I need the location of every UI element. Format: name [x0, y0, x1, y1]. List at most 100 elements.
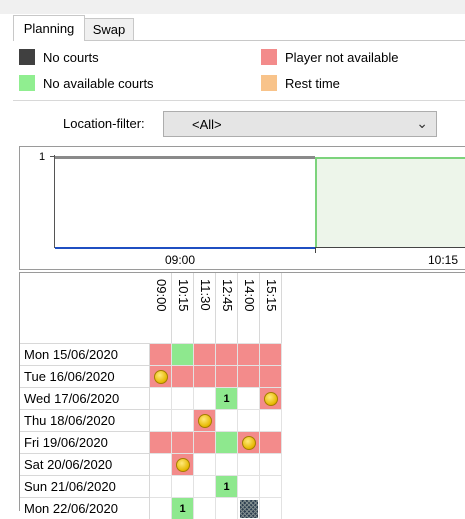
grid-cell[interactable] — [216, 343, 238, 365]
grid-cell[interactable] — [172, 475, 194, 497]
legend-rest-time: Rest time — [261, 75, 340, 91]
grid-cell[interactable] — [194, 365, 216, 387]
legend-label: Rest time — [285, 75, 340, 91]
grid-cell[interactable] — [260, 475, 282, 497]
row-date-label: Sat 20/06/2020 — [20, 453, 150, 475]
grid-cell[interactable] — [194, 343, 216, 365]
legend-label: No available courts — [43, 75, 154, 91]
timeline-y-label: 1 — [39, 151, 46, 163]
grid-cell[interactable] — [194, 453, 216, 475]
legend-label: No courts — [43, 49, 99, 65]
column-header: 14:00 — [238, 273, 260, 343]
grid-cell[interactable] — [238, 475, 260, 497]
grid-cell[interactable]: 1 — [172, 497, 194, 519]
timeline-chart[interactable]: 1 09:00 10:15 — [19, 146, 465, 270]
grid-cell[interactable] — [216, 497, 238, 519]
location-filter-select[interactable]: <All> ⌄ — [163, 111, 437, 137]
column-header-label: 12:45 — [220, 279, 235, 312]
availability-grid[interactable]: 09:00 10:15 11:30 12:45 14:00 15:15 Mon 15/06/… — [19, 272, 465, 519]
grid-cell[interactable] — [260, 343, 282, 365]
grid-cell[interactable]: 1 — [216, 475, 238, 497]
timeline-x-label: 09:00 — [165, 253, 196, 267]
timeline-capacity-line — [55, 156, 315, 159]
grid-cell[interactable] — [150, 431, 172, 453]
grid-cell[interactable] — [172, 387, 194, 409]
column-header: 12:45 — [216, 273, 238, 343]
grid-cell[interactable] — [150, 475, 172, 497]
grid-cell[interactable] — [260, 453, 282, 475]
row-date-label: Fri 19/06/2020 — [20, 431, 150, 453]
legend-swatch-player-not-available — [261, 49, 277, 65]
timeline-baseline — [55, 247, 315, 249]
grid-cell[interactable] — [260, 431, 282, 453]
grid-cell[interactable] — [260, 409, 282, 431]
legend-label: Player not available — [285, 49, 399, 65]
grid-cell[interactable] — [238, 409, 260, 431]
tab-swap[interactable]: Swap — [84, 18, 134, 40]
row-date-label: Sun 21/06/2020 — [20, 475, 150, 497]
grid-cell[interactable] — [150, 343, 172, 365]
grid-cell[interactable] — [150, 365, 172, 387]
grid-cell[interactable] — [260, 387, 282, 409]
cell-count: 1 — [223, 392, 230, 405]
grid-cell[interactable] — [194, 387, 216, 409]
row-date-label: Thu 18/06/2020 — [20, 409, 150, 431]
grid-cell[interactable] — [172, 343, 194, 365]
timeline-available-region — [315, 157, 465, 247]
grid-cell[interactable] — [238, 365, 260, 387]
grid-cell[interactable] — [216, 431, 238, 453]
legend-swatch-rest-time — [261, 75, 277, 91]
grid-cell[interactable] — [150, 409, 172, 431]
grid-cell[interactable] — [260, 365, 282, 387]
grid-cell[interactable] — [150, 497, 172, 519]
column-header: 09:00 — [150, 273, 172, 343]
grid-cell[interactable] — [238, 387, 260, 409]
cell-count: 1 — [223, 480, 230, 493]
grid-cell[interactable] — [216, 453, 238, 475]
column-header-label: 14:00 — [242, 279, 257, 312]
timeline-baseline-2 — [315, 247, 465, 248]
column-header: 15:15 — [260, 273, 282, 343]
grid-cell[interactable] — [172, 409, 194, 431]
grid-cell[interactable] — [238, 497, 260, 519]
timeline-y-tick — [50, 156, 54, 157]
grid-cell[interactable] — [216, 409, 238, 431]
row-date-label: Mon 22/06/2020 — [20, 497, 150, 519]
grid-cell[interactable] — [194, 497, 216, 519]
grid-cell[interactable] — [260, 497, 282, 519]
grid-cell[interactable] — [238, 431, 260, 453]
grid-cell[interactable] — [194, 409, 216, 431]
row-date-label: Wed 17/06/2020 — [20, 387, 150, 409]
grid-cell[interactable] — [194, 475, 216, 497]
coin-icon — [197, 413, 212, 428]
grid-cell[interactable] — [238, 453, 260, 475]
column-header: 11:30 — [194, 273, 216, 343]
chevron-down-icon: ⌄ — [416, 115, 428, 131]
grid-cell[interactable] — [216, 365, 238, 387]
coin-icon — [241, 435, 256, 450]
column-header: 10:15 — [172, 273, 194, 343]
coin-icon — [263, 391, 278, 406]
section-divider — [13, 100, 465, 101]
column-header-label: 10:15 — [176, 279, 191, 312]
legend-no-available-courts: No available courts — [19, 75, 154, 91]
grid-cell[interactable] — [172, 431, 194, 453]
grid-cell[interactable] — [238, 343, 260, 365]
cell-count: 1 — [179, 502, 186, 515]
coin-icon — [153, 369, 168, 384]
grid-cell[interactable] — [172, 365, 194, 387]
grid-cell[interactable] — [172, 453, 194, 475]
tab-planning[interactable]: Planning — [13, 15, 85, 41]
hatch-pattern-icon — [239, 499, 258, 518]
row-date-label: Tue 16/06/2020 — [20, 365, 150, 387]
column-header-label: 09:00 — [154, 279, 169, 312]
grid-cell[interactable] — [194, 431, 216, 453]
grid-cell[interactable] — [150, 453, 172, 475]
row-date-label: Mon 15/06/2020 — [20, 343, 150, 365]
legend-swatch-no-courts — [19, 49, 35, 65]
grid-cell[interactable]: 1 — [216, 387, 238, 409]
location-filter-value: <All> — [192, 116, 222, 132]
timeline-x-label: 10:15 — [428, 253, 459, 267]
grid-cell[interactable] — [150, 387, 172, 409]
location-filter-label: Location-filter: — [63, 116, 145, 131]
